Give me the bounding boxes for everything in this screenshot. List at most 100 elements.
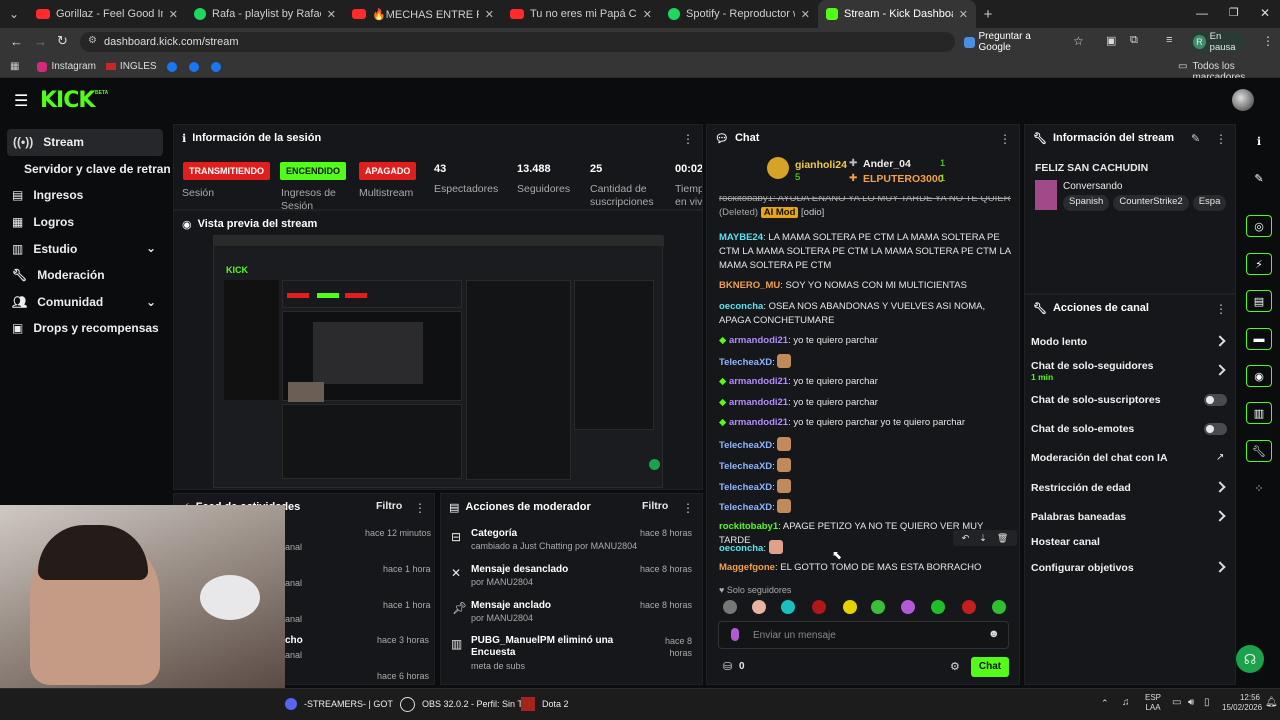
action-goals[interactable]: Configurar objetivos (1031, 562, 1134, 574)
apps-icon[interactable]: ⁘ (1246, 477, 1272, 499)
chat-message[interactable]: TelecheaXD: (719, 437, 1011, 453)
chat-message[interactable]: oeconcha: OSEA NOS ABANDONAS Y VUELVES A… (719, 300, 1011, 328)
sidebar-item-server-key[interactable]: Servidor y clave de retransm (0, 156, 170, 183)
emote[interactable] (931, 600, 945, 614)
action-age-restriction[interactable]: Restricción de edad (1031, 482, 1131, 494)
back-icon[interactable]: ← (10, 34, 23, 49)
emote[interactable] (723, 600, 737, 614)
chat-input[interactable]: Enviar un mensaje ☻ (718, 621, 1009, 649)
sidebar-item-stream[interactable]: ((•)) Stream (7, 129, 163, 156)
reading-list-icon[interactable]: ≡ (1166, 34, 1172, 46)
chat-message[interactable]: Maggefgone: EL GOTTO TOMO DE MAS ESTA BO… (719, 561, 1011, 575)
maximize-icon[interactable]: ❐ (1229, 6, 1239, 19)
kick-logo[interactable]: KICK (40, 88, 95, 113)
chat-username[interactable]: oeconcha (719, 543, 763, 554)
chat-message[interactable]: ◆ armandodi21: yo te quiero parchar (719, 396, 1011, 410)
browser-tab-4[interactable]: Tu no eres mi Papá Cuyeyo (CU ✕ (502, 0, 660, 28)
screenshot-icon[interactable]: ▣ (1106, 34, 1116, 47)
reload-icon[interactable]: ↻ (57, 33, 68, 49)
chat-username[interactable]: oeconcha (719, 301, 763, 312)
site-info-icon[interactable]: ⚙ (88, 35, 97, 46)
browser-tab-3[interactable]: 🔥MECHAS ENTRE FEKA🔥 M ✕ (344, 0, 502, 28)
browser-tab-6[interactable]: Stream - Kick Dashboard ✕ (818, 0, 976, 28)
pin-icon[interactable]: ⇣ (979, 533, 987, 544)
close-icon[interactable]: ✕ (801, 8, 810, 21)
chat-username[interactable]: armandodi21 (729, 376, 788, 387)
more-options-icon[interactable]: ⋮ (682, 501, 694, 515)
url-bar[interactable]: ⚙ dashboard.kick.com/stream Preguntar a … (80, 31, 1084, 53)
action-followers-only[interactable]: Chat de solo-seguidores (1031, 360, 1154, 372)
browser-tab-2[interactable]: Rafa - playlist by RafaeLxared | ✕ (186, 0, 344, 28)
leader-name[interactable]: Ander_04 (863, 158, 911, 170)
chat-message[interactable]: MAYBE24: LA MAMA SOLTERA PE CTM LA MAMA … (719, 231, 1011, 273)
chat-username[interactable]: BKNERO_MU (719, 280, 780, 291)
facebook-icon[interactable] (188, 61, 199, 72)
settings-gear-icon[interactable]: ⚙ (950, 660, 960, 673)
emoji-icon[interactable]: ☻ (988, 628, 1000, 640)
sidebar-item-logros[interactable]: ▦ Logros (0, 209, 170, 236)
emote[interactable] (781, 600, 795, 614)
points-icon[interactable]: ⛁ (723, 660, 732, 673)
delete-icon[interactable]: 🗑︎ (997, 533, 1008, 544)
apps-grid-icon[interactable]: ▦ (10, 61, 19, 72)
leader-name[interactable]: gianholi24 (795, 159, 847, 171)
close-icon[interactable]: ✕ (169, 8, 178, 21)
microphone-icon[interactable] (731, 628, 739, 641)
sidebar-item-ingresos[interactable]: ▤ Ingresos (0, 182, 170, 209)
reply-icon[interactable]: ↶ (962, 533, 970, 544)
broadcast-icon[interactable]: ◉ (1246, 365, 1272, 387)
action-slow-mode[interactable]: Modo lento (1031, 336, 1087, 348)
close-icon[interactable]: ✕ (327, 8, 336, 21)
tag[interactable]: Espa (1192, 195, 1227, 211)
menu-icon[interactable]: ⋮ (1262, 34, 1274, 48)
obs-icon[interactable] (400, 697, 415, 712)
battery-icon[interactable]: ▯ (1204, 697, 1210, 708)
emotes-only-toggle[interactable] (1204, 423, 1227, 435)
taskbar-app[interactable]: Dota 2 (542, 699, 569, 709)
external-link-icon[interactable]: ↗ (1216, 452, 1224, 463)
browser-tab-1[interactable]: Gorillaz - Feel Good Inc. - YouTu ✕ (28, 0, 186, 28)
wrench-icon[interactable]: 🔧︎ (1246, 440, 1272, 462)
emote[interactable] (752, 600, 766, 614)
target-icon[interactable]: ◎ (1246, 215, 1272, 237)
microphone-icon[interactable]: ♫ (1122, 697, 1130, 708)
action-ai-moderation[interactable]: Moderación del chat con IA (1031, 452, 1168, 464)
close-window-icon[interactable]: ✕ (1260, 6, 1270, 20)
bookmark-star-icon[interactable]: ☆ (1073, 34, 1084, 48)
subs-only-toggle[interactable] (1204, 394, 1227, 406)
send-chat-button[interactable]: Chat (971, 657, 1009, 677)
chat-message-deleted[interactable]: rockitobaby1: AYUDA ENANO YA LO MUY TARD… (719, 196, 1011, 222)
chat-username[interactable]: armandodi21 (729, 335, 788, 346)
forward-icon[interactable]: → (34, 34, 47, 49)
browser-tab-5[interactable]: Spotify - Reproductor web: mús ✕ (660, 0, 818, 28)
leader-name[interactable]: ELPUTERO3000 (863, 173, 944, 185)
chat-username[interactable]: Maggefgone (719, 562, 775, 573)
chat-message[interactable]: ◆ armandodi21: yo te quiero parchar yo t… (719, 416, 1011, 430)
chat-username[interactable]: armandodi21 (729, 417, 788, 428)
sidebar-item-estudio[interactable]: ▥ Estudio ⌄ (0, 235, 170, 262)
filter-button[interactable]: Filtro (642, 500, 668, 512)
edit-icon[interactable]: ✎ (1191, 132, 1200, 145)
facebook-icon[interactable] (210, 61, 221, 72)
chat-username[interactable]: TelecheaXD (719, 357, 772, 368)
hamburger-icon[interactable]: ☰ (14, 91, 28, 111)
sidebar-item-comunidad[interactable]: 👥︎ Comunidad ⌄ (0, 289, 170, 316)
emote[interactable] (962, 600, 976, 614)
chat-message[interactable]: TelecheaXD: (719, 499, 1011, 515)
emote[interactable] (843, 600, 857, 614)
bookmark-instagram[interactable]: Instagram (37, 61, 96, 72)
emote[interactable] (871, 600, 885, 614)
stream-preview-video[interactable]: KICK (213, 235, 664, 488)
tag[interactable]: CounterStrike2 (1113, 195, 1189, 211)
chat-message[interactable]: TelecheaXD: (719, 479, 1011, 495)
more-options-icon[interactable]: ⋮ (1215, 302, 1227, 316)
new-tab-icon[interactable]: + (976, 6, 1000, 23)
chat-message[interactable]: BKNERO_MU: SOY YO NOMAS CON MI MULTICIEN… (719, 279, 1011, 293)
minimize-icon[interactable]: — (1196, 6, 1208, 20)
network-icon[interactable]: ▭ (1172, 697, 1181, 708)
facebook-icon[interactable] (166, 61, 177, 72)
chat-username[interactable]: TelecheaXD (719, 502, 772, 513)
profile-button[interactable]: R En pausa (1190, 31, 1246, 53)
taskbar-app[interactable]: OBS 32.0.2 - Perfil: Sin T (422, 699, 523, 709)
notification-icon[interactable]: 🔔︎ (1265, 697, 1278, 708)
